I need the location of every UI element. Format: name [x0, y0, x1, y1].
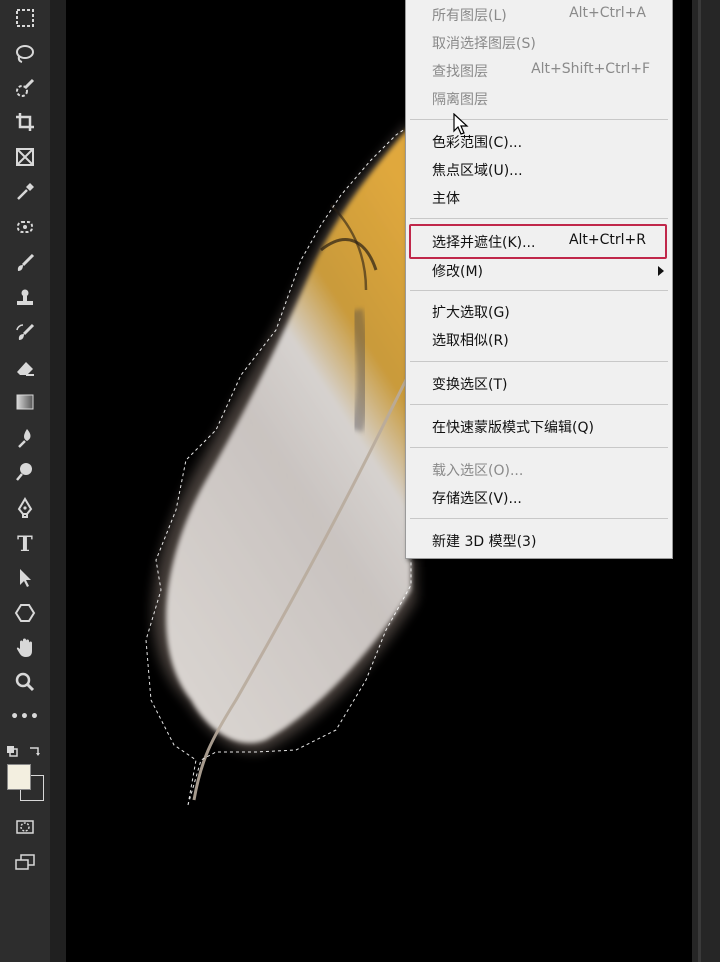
menu-separator: [410, 404, 668, 405]
rectangular-marquee-icon[interactable]: [8, 4, 42, 32]
clone-stamp-icon[interactable]: [8, 284, 42, 312]
menu-separator: [410, 361, 668, 362]
dodge-icon[interactable]: [8, 458, 42, 486]
menu-item-transform-selection[interactable]: 变换选区(T): [406, 370, 672, 396]
menu-separator: [410, 218, 668, 219]
screen-mode-icon[interactable]: [8, 848, 42, 876]
mouse-cursor-icon: [453, 113, 469, 135]
menu-item-subject[interactable]: 主体: [406, 184, 672, 210]
gradient-icon[interactable]: [8, 388, 42, 416]
foreground-color-swatch[interactable]: [7, 764, 31, 790]
hand-icon[interactable]: [8, 634, 42, 662]
eraser-icon[interactable]: [8, 354, 42, 382]
crop-icon[interactable]: [8, 108, 42, 136]
menu-item-similar[interactable]: 选取相似(R): [406, 326, 672, 352]
menu-separator: [410, 518, 668, 519]
menu-separator: [410, 447, 668, 448]
healing-brush-icon[interactable]: [8, 213, 42, 241]
menu-item-deselect-layers[interactable]: 取消选择图层(S): [406, 29, 672, 55]
right-panel-edge: [692, 0, 720, 962]
blur-icon[interactable]: [8, 424, 42, 452]
menu-item-quick-mask[interactable]: 在快速蒙版模式下编辑(Q): [406, 413, 672, 439]
tools-panel: T •••: [0, 0, 50, 962]
default-colors-icon[interactable]: [6, 742, 18, 757]
type-icon[interactable]: T: [8, 529, 42, 557]
zoom-icon[interactable]: [8, 668, 42, 696]
select-menu: 所有图层(L) Alt+Ctrl+A 取消选择图层(S) 查找图层 Alt+Sh…: [405, 0, 673, 559]
polygon-shape-icon[interactable]: [8, 599, 42, 627]
menu-item-color-range[interactable]: 色彩范围(C)...: [406, 128, 672, 154]
eyedropper-icon[interactable]: [8, 178, 42, 206]
menu-separator: [410, 290, 668, 291]
history-brush-icon[interactable]: [8, 319, 42, 347]
brush-icon[interactable]: [8, 249, 42, 277]
submenu-arrow-icon: [658, 266, 664, 276]
menu-item-all-layers[interactable]: 所有图层(L) Alt+Ctrl+A: [406, 1, 672, 27]
path-selection-icon[interactable]: [8, 564, 42, 592]
menu-item-grow[interactable]: 扩大选取(G): [406, 298, 672, 324]
quick-selection-icon[interactable]: [8, 74, 42, 102]
more-tools-icon[interactable]: •••: [8, 703, 42, 731]
swap-colors-icon[interactable]: [28, 742, 42, 756]
menu-item-find-layers[interactable]: 查找图层 Alt+Shift+Ctrl+F: [406, 57, 672, 83]
pen-icon[interactable]: [8, 494, 42, 522]
menu-item-modify[interactable]: 修改(M): [406, 257, 672, 283]
frame-icon[interactable]: [8, 143, 42, 171]
quick-mask-icon[interactable]: [8, 813, 42, 841]
menu-item-save-selection[interactable]: 存储选区(V)...: [406, 484, 672, 510]
menu-item-new-3d-model[interactable]: 新建 3D 模型(3): [406, 527, 672, 553]
panel-gap: [50, 0, 66, 962]
menu-separator: [410, 119, 668, 120]
menu-item-focus-area[interactable]: 焦点区域(U)...: [406, 156, 672, 182]
menu-item-isolate-layers[interactable]: 隔离图层: [406, 85, 672, 111]
lasso-icon[interactable]: [8, 40, 42, 68]
menu-item-select-and-mask[interactable]: 选择并遮住(K)... Alt+Ctrl+R: [406, 228, 672, 254]
menu-item-load-selection[interactable]: 载入选区(O)...: [406, 456, 672, 482]
